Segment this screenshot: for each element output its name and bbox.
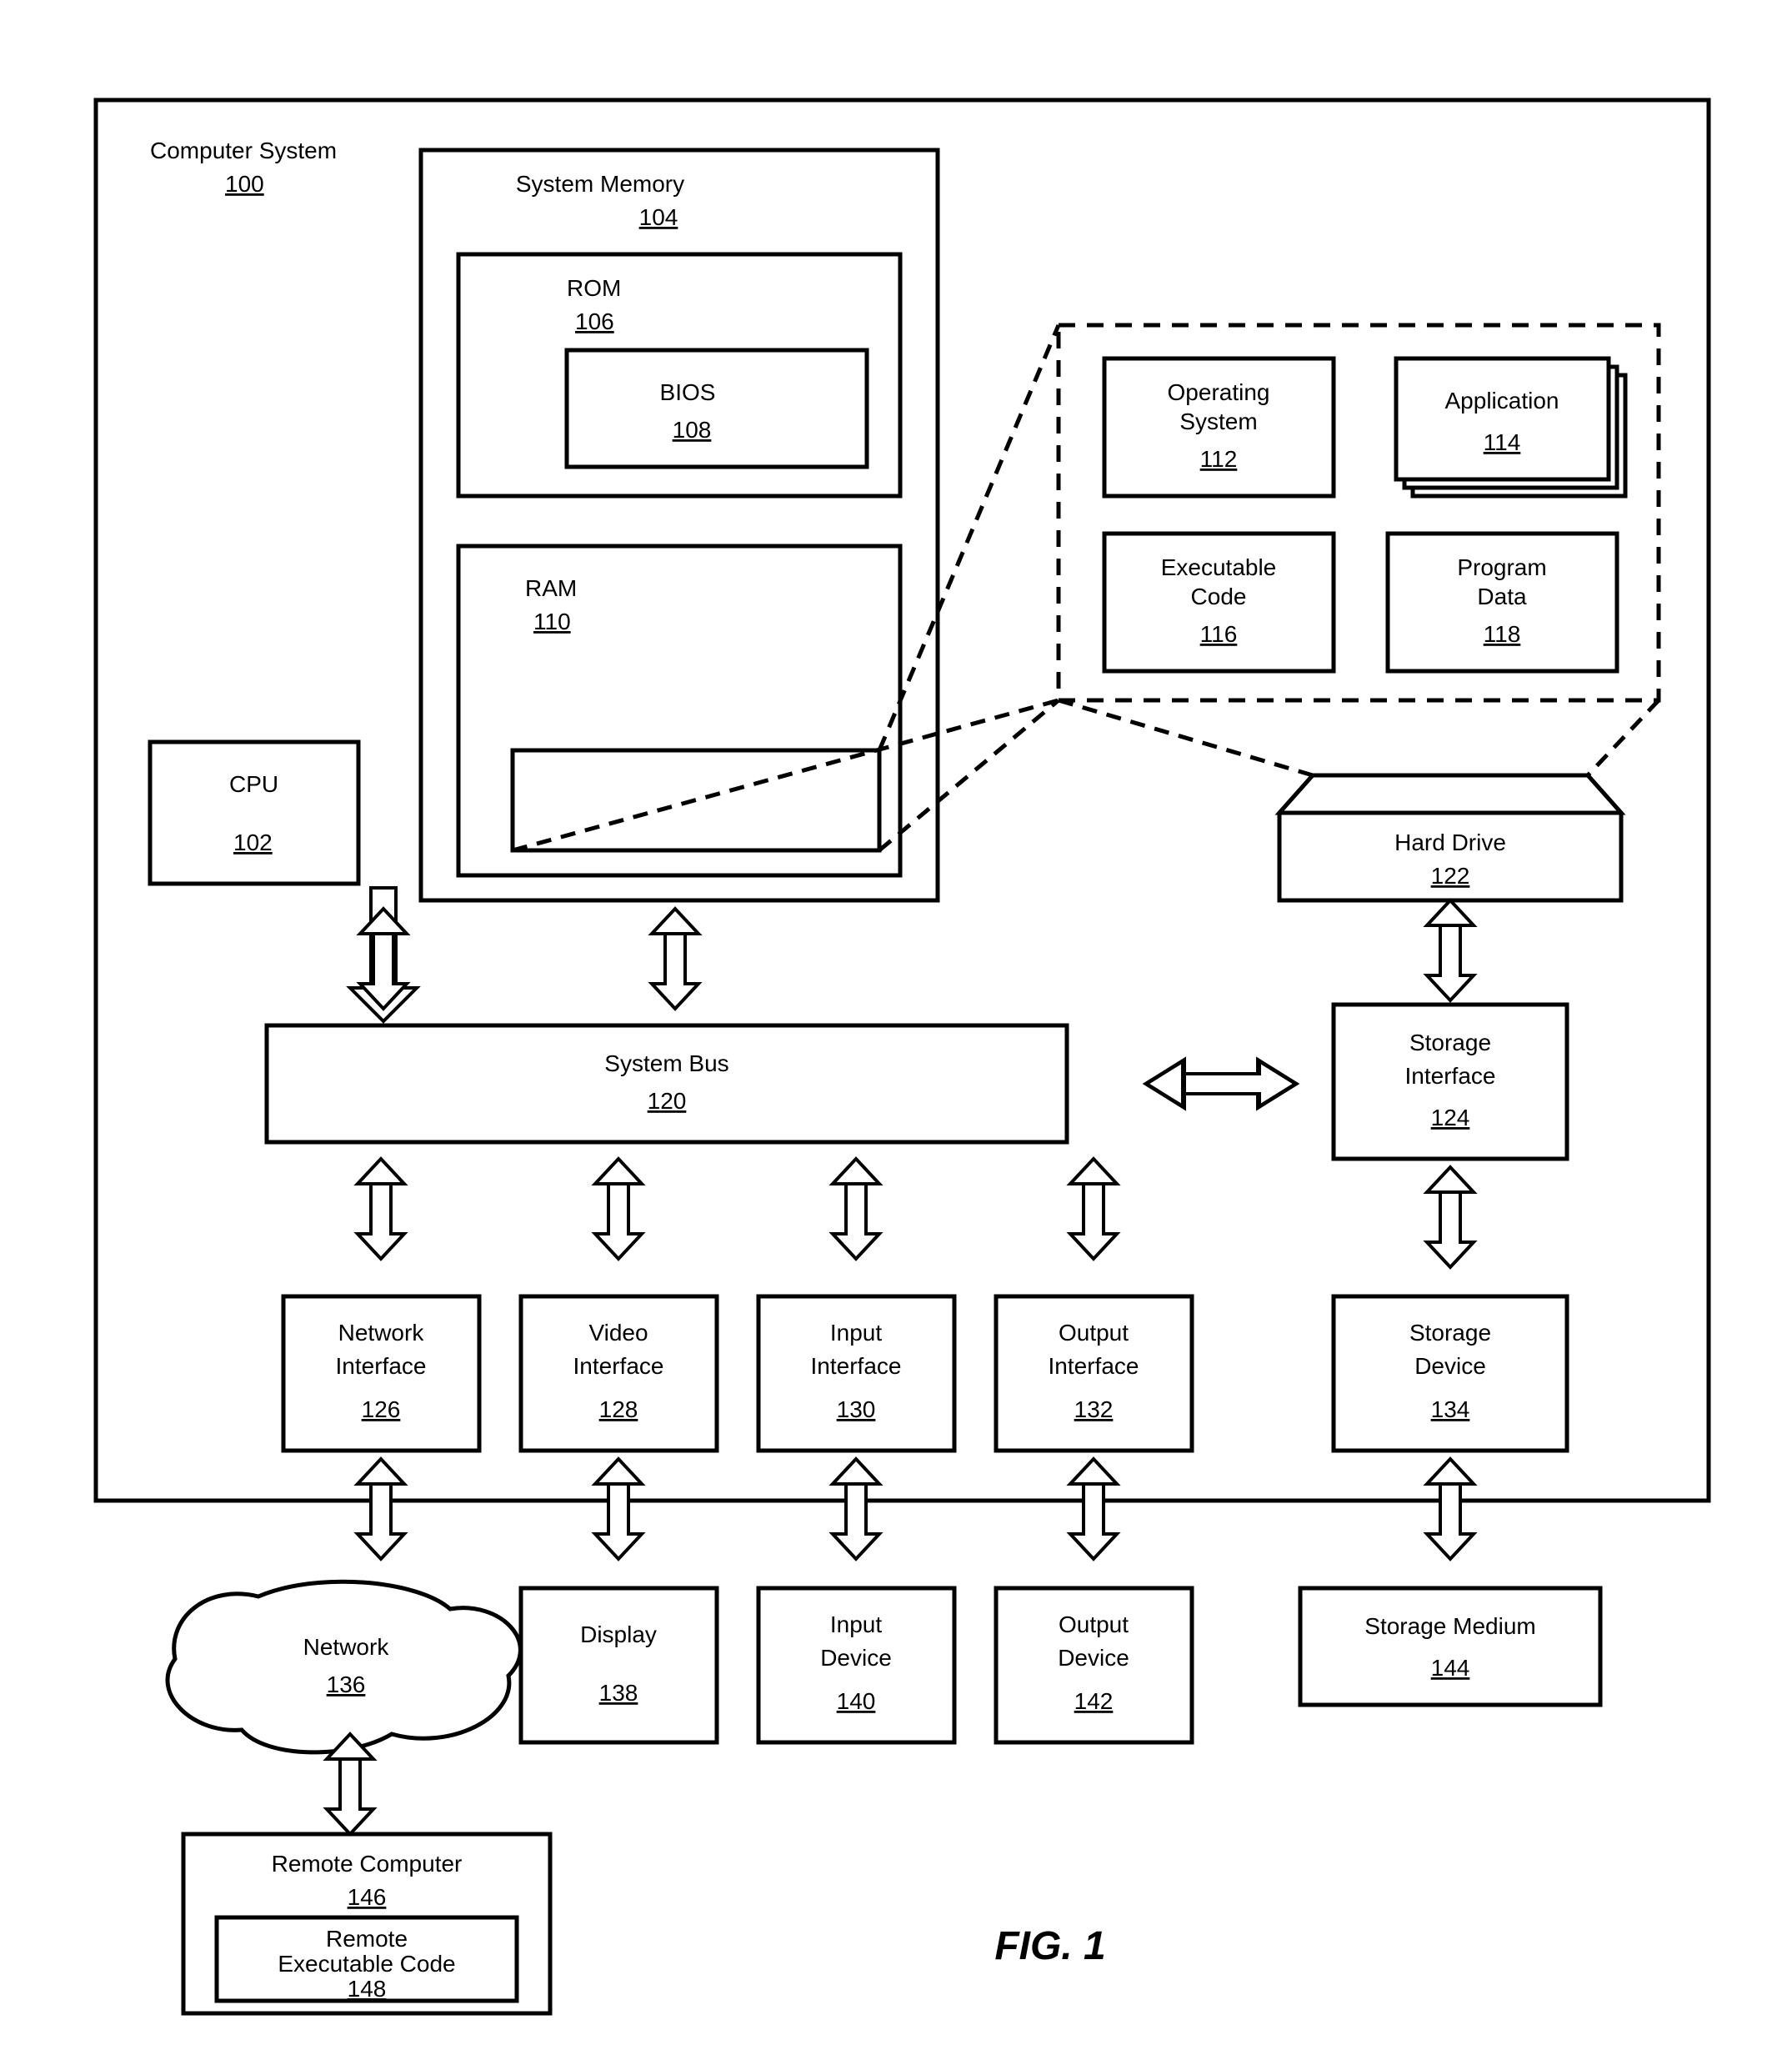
remote-exec-label2: Executable Code bbox=[278, 1951, 455, 1977]
storage-device-box: Storage Device 134 bbox=[1334, 1296, 1567, 1451]
remote-computer-label: Remote Computer bbox=[272, 1851, 463, 1877]
svg-text:Data: Data bbox=[1477, 584, 1527, 609]
svg-text:134: 134 bbox=[1431, 1396, 1470, 1422]
ram-num: 110 bbox=[533, 609, 571, 634]
network-interface-box: Network Interface 126 bbox=[283, 1296, 479, 1451]
network-cloud bbox=[168, 1581, 520, 1752]
output-interface-box: Output Interface 132 bbox=[996, 1296, 1192, 1451]
system-bus-num: 120 bbox=[648, 1088, 687, 1114]
hard-drive-box: Hard Drive 122 bbox=[1279, 775, 1621, 900]
svg-text:Video: Video bbox=[588, 1320, 648, 1346]
svg-text:Interface: Interface bbox=[811, 1353, 902, 1379]
svg-text:Input: Input bbox=[830, 1320, 882, 1346]
svg-text:142: 142 bbox=[1074, 1688, 1114, 1714]
svg-text:Device: Device bbox=[820, 1645, 892, 1671]
network-num: 136 bbox=[327, 1672, 366, 1697]
svg-text:Input: Input bbox=[830, 1611, 882, 1637]
display-box: Display 138 bbox=[521, 1588, 717, 1742]
svg-text:130: 130 bbox=[837, 1396, 876, 1422]
svg-text:Operating: Operating bbox=[1168, 379, 1270, 405]
svg-text:132: 132 bbox=[1074, 1396, 1114, 1422]
network-label: Network bbox=[303, 1634, 390, 1660]
svg-text:Storage: Storage bbox=[1409, 1320, 1491, 1346]
svg-text:138: 138 bbox=[599, 1680, 638, 1706]
cpu-num: 102 bbox=[233, 830, 273, 855]
svg-text:116: 116 bbox=[1200, 621, 1238, 647]
svg-text:Interface: Interface bbox=[336, 1353, 427, 1379]
program-data-box: Program Data 118 bbox=[1388, 534, 1617, 671]
svg-text:Display: Display bbox=[580, 1621, 657, 1647]
svg-text:Program: Program bbox=[1457, 554, 1546, 580]
svg-text:118: 118 bbox=[1484, 621, 1521, 647]
rom-label: ROM bbox=[567, 275, 621, 301]
svg-text:Executable: Executable bbox=[1161, 554, 1277, 580]
cpu-label: CPU bbox=[229, 771, 278, 797]
diagram-root: Computer System 100 CPU 102 System Memor… bbox=[0, 0, 1792, 2055]
storage-medium-box: Storage Medium 144 bbox=[1300, 1588, 1600, 1705]
system-memory-num: 104 bbox=[639, 204, 678, 230]
svg-text:Device: Device bbox=[1058, 1645, 1129, 1671]
input-device-box: Input Device 140 bbox=[758, 1588, 954, 1742]
executable-code-box: Executable Code 116 bbox=[1104, 534, 1334, 671]
rom-num: 106 bbox=[575, 308, 614, 334]
svg-text:114: 114 bbox=[1484, 429, 1521, 455]
computer-system-label: Computer System bbox=[150, 138, 337, 163]
system-memory-label: System Memory bbox=[516, 171, 684, 197]
svg-text:System: System bbox=[1179, 408, 1257, 434]
svg-text:Application: Application bbox=[1445, 388, 1559, 414]
svg-text:112: 112 bbox=[1200, 446, 1238, 472]
application-box: Application 114 bbox=[1396, 358, 1625, 496]
computer-system-num: 100 bbox=[225, 171, 264, 197]
svg-text:122: 122 bbox=[1431, 863, 1470, 889]
svg-text:124: 124 bbox=[1431, 1105, 1470, 1130]
cpu-box bbox=[150, 742, 358, 884]
os-box: Operating System 112 bbox=[1104, 358, 1334, 496]
bios-label: BIOS bbox=[660, 379, 716, 405]
svg-text:Output: Output bbox=[1059, 1611, 1129, 1637]
svg-text:Interface: Interface bbox=[1405, 1063, 1496, 1089]
video-interface-box: Video Interface 128 bbox=[521, 1296, 717, 1451]
svg-text:Output: Output bbox=[1059, 1320, 1129, 1346]
ram-label: RAM bbox=[525, 575, 577, 601]
svg-text:Storage Medium: Storage Medium bbox=[1364, 1613, 1535, 1639]
system-bus-box bbox=[267, 1025, 1067, 1142]
svg-text:128: 128 bbox=[599, 1396, 638, 1422]
remote-computer-num: 146 bbox=[348, 1884, 387, 1910]
remote-exec-label1: Remote bbox=[326, 1926, 408, 1952]
svg-text:Storage: Storage bbox=[1409, 1030, 1491, 1055]
input-interface-box: Input Interface 130 bbox=[758, 1296, 954, 1451]
svg-text:140: 140 bbox=[837, 1688, 876, 1714]
svg-text:Interface: Interface bbox=[573, 1353, 664, 1379]
svg-text:Interface: Interface bbox=[1049, 1353, 1139, 1379]
svg-text:126: 126 bbox=[362, 1396, 401, 1422]
svg-text:Code: Code bbox=[1191, 584, 1247, 609]
figure-label: FIG. 1 bbox=[994, 1924, 1105, 1968]
svg-text:Network: Network bbox=[338, 1320, 425, 1346]
svg-text:Device: Device bbox=[1414, 1353, 1486, 1379]
svg-text:144: 144 bbox=[1431, 1655, 1470, 1681]
remote-exec-num: 148 bbox=[348, 1976, 387, 2002]
system-bus-label: System Bus bbox=[604, 1050, 728, 1076]
bios-num: 108 bbox=[673, 417, 712, 443]
output-device-box: Output Device 142 bbox=[996, 1588, 1192, 1742]
svg-text:Hard Drive: Hard Drive bbox=[1394, 830, 1506, 855]
bios-box bbox=[567, 350, 867, 467]
